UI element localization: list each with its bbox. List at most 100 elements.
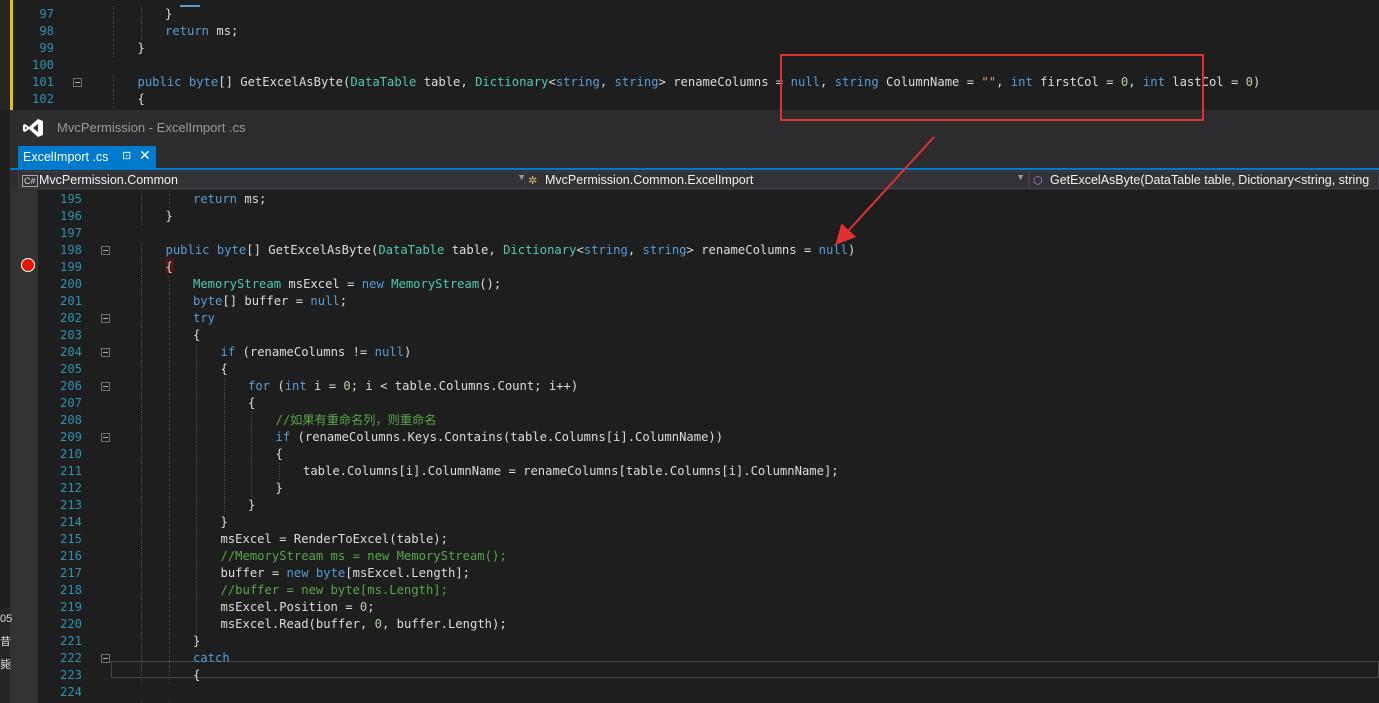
collapse-icon[interactable] [73, 78, 82, 87]
line-number: 99 [39, 41, 54, 55]
code-line[interactable]: } [193, 633, 200, 650]
indent-guide [141, 208, 142, 225]
collapse-icon[interactable] [101, 654, 110, 663]
code-token: { [275, 447, 283, 461]
close-icon[interactable]: ✕ [139, 147, 151, 164]
code-line[interactable]: } [221, 514, 228, 531]
indent-guide [168, 531, 170, 548]
code-line[interactable]: { [248, 395, 255, 412]
indent-guide [141, 446, 142, 463]
code-line[interactable]: } [276, 480, 283, 497]
code-line[interactable]: msExcel = RenderToExcel(table); [221, 531, 448, 548]
code-line[interactable]: catch [193, 650, 230, 667]
left-side-panel: 05 昔毙 [0, 608, 12, 703]
line-number: 200 [59, 277, 82, 291]
code-line[interactable]: } [165, 6, 172, 23]
code-line[interactable]: //MemoryStream ms = new MemoryStream(); [221, 548, 507, 565]
indent-guide [141, 242, 142, 259]
tab-label: ExcelImport .cs [23, 150, 109, 164]
line-number: 210 [59, 447, 82, 461]
code-line[interactable]: } [138, 40, 145, 57]
code-token: { [248, 396, 256, 410]
code-token: buffer = [220, 566, 287, 580]
code-line[interactable]: { [138, 91, 145, 108]
line-number: 213 [59, 498, 82, 512]
code-token: null [374, 345, 404, 359]
line-number: 221 [59, 634, 82, 648]
indent-guide [168, 514, 170, 531]
code-line[interactable]: //buffer = new byte[ms.Length]; [221, 582, 448, 599]
code-line[interactable]: } [248, 497, 255, 514]
line-number: 98 [39, 24, 54, 38]
indent-guide [168, 650, 170, 667]
project-dropdown[interactable]: C# MvcPermission.Common ▼ [18, 171, 530, 189]
indent-guide [141, 276, 142, 293]
code-token: 0 [343, 379, 351, 393]
tab-excelimport[interactable]: ExcelImport .cs ⊡ ✕ [18, 146, 156, 168]
collapse-icon[interactable] [101, 246, 110, 255]
indent-guide [141, 344, 142, 361]
indent-guide [141, 565, 142, 582]
collapse-icon[interactable] [101, 348, 110, 357]
code-line[interactable]: MemoryStream msExcel = new MemoryStream(… [193, 276, 501, 293]
code-token: int [284, 379, 307, 393]
indent-guide [168, 497, 170, 514]
indent-guide [141, 582, 142, 599]
code-line[interactable]: msExcel.Position = 0; [221, 599, 375, 616]
project-dropdown-value: MvcPermission.Common [39, 173, 178, 187]
code-token: MemoryStream [193, 277, 282, 291]
code-line[interactable]: { [276, 446, 283, 463]
indent-guide [141, 667, 142, 684]
code-token: DataTable [378, 243, 445, 257]
line-number: 216 [59, 549, 82, 563]
member-dropdown[interactable]: ⬡ GetExcelAsByte(DataTable table, Dictio… [1029, 171, 1379, 189]
code-line[interactable]: //如果有重命名列，则重命名 [276, 412, 437, 429]
code-line[interactable]: msExcel.Read(buffer, 0, buffer.Length); [221, 616, 507, 633]
collapse-icon[interactable] [101, 433, 110, 442]
collapse-icon[interactable] [101, 314, 110, 323]
code-editor[interactable]: 195 return ms; 196} 197 198 public byte[] Get… [10, 190, 1379, 703]
code-token: null [310, 294, 340, 308]
code-line[interactable]: public byte[] GetExcelAsByte(DataTable t… [166, 242, 856, 259]
code-line[interactable]: for (int i = 0; i < table.Columns.Count;… [248, 378, 578, 395]
code-token: 0 [1245, 75, 1253, 89]
code-line[interactable]: try [193, 310, 215, 327]
indent-guide [168, 344, 170, 361]
indent-guide [113, 23, 114, 40]
code-line[interactable]: buffer = new byte[msExcel.Length]; [221, 565, 471, 582]
indent-guide [168, 310, 170, 327]
member-dropdown-value: GetExcelAsByte(DataTable table, Dictiona… [1050, 173, 1370, 187]
indent-guide [168, 446, 170, 463]
indent-guide [168, 565, 170, 582]
code-token: > renameColumns = [658, 75, 791, 89]
indent-guide [223, 378, 225, 395]
collapse-icon[interactable] [101, 382, 110, 391]
line-number: 198 [59, 243, 82, 257]
pin-icon[interactable]: ⊡ [122, 149, 131, 162]
code-token: ; i < table.Columns.Count; i++) [350, 379, 579, 393]
code-token: ) [403, 345, 412, 359]
code-line[interactable]: } [166, 208, 173, 225]
code-line[interactable]: { [193, 667, 200, 684]
code-line[interactable]: table.Columns[i].ColumnName = renameColu… [303, 463, 839, 480]
code-token: byte [315, 566, 346, 580]
code-line[interactable]: if (renameColumns.Keys.Contains(table.Co… [276, 429, 724, 446]
code-line[interactable]: { [221, 361, 228, 378]
indent-guide [251, 412, 252, 429]
code-token: return [165, 24, 210, 38]
code-line[interactable]: byte[] buffer = null; [193, 293, 347, 310]
code-line[interactable]: return ms; [165, 23, 238, 40]
indent-guide [141, 327, 142, 344]
breakpoint-icon[interactable] [21, 258, 35, 272]
indent-guide [141, 191, 142, 208]
code-token: for [248, 379, 271, 393]
code-line[interactable]: if (renameColumns != null) [221, 344, 412, 361]
method-icon: ⬡ [1033, 175, 1043, 187]
code-line[interactable]: { [193, 327, 200, 344]
indent-guide [141, 616, 142, 633]
code-line[interactable]: return ms; [193, 191, 266, 208]
class-dropdown[interactable]: ✲ MvcPermission.Common.ExcelImport ▼ [524, 171, 1029, 189]
indent-guide [168, 633, 170, 650]
indent-guide [113, 74, 114, 91]
code-line[interactable]: { [166, 259, 173, 276]
